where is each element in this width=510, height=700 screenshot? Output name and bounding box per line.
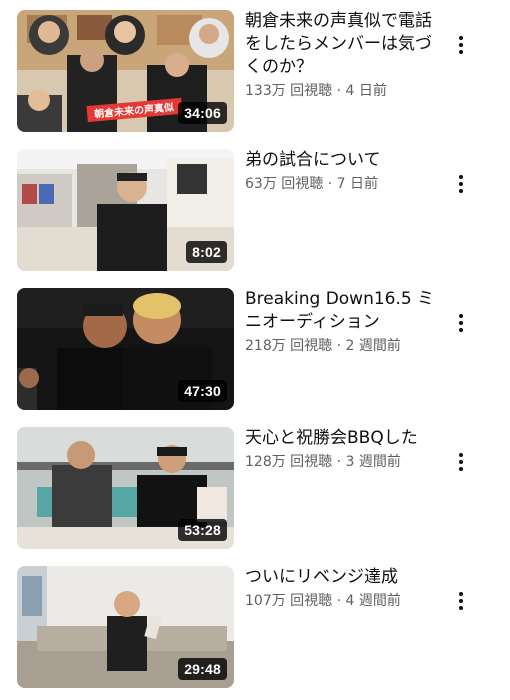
video-meta[interactable]: 朝倉未来の声真似で電話をしたらメンバーは気づくのか？ 133万 回視聴 · 4 … — [245, 10, 445, 101]
video-title[interactable]: 弟の試合について — [245, 149, 445, 172]
video-stats: 128万 回視聴 · 3 週間前 — [245, 452, 445, 472]
separator: · — [332, 593, 346, 609]
more-vert-icon[interactable] — [452, 30, 470, 60]
view-count: 133万 回視聴 — [245, 83, 333, 99]
upload-age: 2 週間前 — [345, 338, 401, 354]
view-count: 63万 回視聴 — [245, 176, 324, 192]
more-vert-icon[interactable] — [452, 169, 470, 199]
video-title[interactable]: ついにリベンジ達成 — [245, 566, 445, 589]
video-meta[interactable]: Breaking Down16.5 ミニオーディション 218万 回視聴 · 2… — [245, 288, 445, 356]
separator: · — [323, 176, 337, 192]
separator: · — [332, 338, 346, 354]
video-item[interactable]: 8:02 弟の試合について 63万 回視聴 · 7 日前 — [0, 149, 510, 273]
video-meta[interactable]: ついにリベンジ達成 107万 回視聴 · 4 週間前 — [245, 566, 445, 611]
upload-age: 4 週間前 — [345, 593, 401, 609]
video-thumbnail[interactable]: 29:48 — [17, 566, 234, 688]
video-meta[interactable]: 弟の試合について 63万 回視聴 · 7 日前 — [245, 149, 445, 194]
video-meta[interactable]: 天心と祝勝会BBQした 128万 回視聴 · 3 週間前 — [245, 427, 445, 472]
video-item[interactable]: 47:30 Breaking Down16.5 ミニオーディション 218万 回… — [0, 288, 510, 412]
view-count: 107万 回視聴 — [245, 593, 333, 609]
view-count: 128万 回視聴 — [245, 454, 333, 470]
upload-age: 7 日前 — [336, 176, 378, 192]
more-vert-icon[interactable] — [452, 586, 470, 616]
video-title[interactable]: 天心と祝勝会BBQした — [245, 427, 445, 450]
video-stats: 218万 回視聴 · 2 週間前 — [245, 336, 445, 356]
more-vert-icon[interactable] — [452, 308, 470, 338]
duration-badge: 53:28 — [178, 519, 227, 541]
upload-age: 4 日前 — [345, 83, 387, 99]
video-list: 朝倉未来の声真似 34:06 朝倉未来の声真似で電話をしたらメンバーは気づくのか… — [0, 0, 510, 700]
video-stats: 133万 回視聴 · 4 日前 — [245, 81, 445, 101]
separator: · — [332, 83, 346, 99]
video-thumbnail[interactable]: 8:02 — [17, 149, 234, 271]
view-count: 218万 回視聴 — [245, 338, 333, 354]
video-title[interactable]: Breaking Down16.5 ミニオーディション — [245, 288, 445, 334]
more-vert-icon[interactable] — [452, 447, 470, 477]
duration-badge: 29:48 — [178, 658, 227, 680]
duration-badge: 34:06 — [178, 102, 227, 124]
video-thumbnail[interactable]: 朝倉未来の声真似 34:06 — [17, 10, 234, 132]
video-item[interactable]: 53:28 天心と祝勝会BBQした 128万 回視聴 · 3 週間前 — [0, 427, 510, 551]
duration-badge: 8:02 — [186, 241, 227, 263]
duration-badge: 47:30 — [178, 380, 227, 402]
upload-age: 3 週間前 — [345, 454, 401, 470]
video-thumbnail[interactable]: 53:28 — [17, 427, 234, 549]
video-title[interactable]: 朝倉未来の声真似で電話をしたらメンバーは気づくのか？ — [245, 10, 445, 79]
separator: · — [332, 454, 346, 470]
video-stats: 107万 回視聴 · 4 週間前 — [245, 591, 445, 611]
video-item[interactable]: 29:48 ついにリベンジ達成 107万 回視聴 · 4 週間前 — [0, 566, 510, 690]
video-thumbnail[interactable]: 47:30 — [17, 288, 234, 410]
video-stats: 63万 回視聴 · 7 日前 — [245, 174, 445, 194]
video-item[interactable]: 朝倉未来の声真似 34:06 朝倉未来の声真似で電話をしたらメンバーは気づくのか… — [0, 10, 510, 134]
